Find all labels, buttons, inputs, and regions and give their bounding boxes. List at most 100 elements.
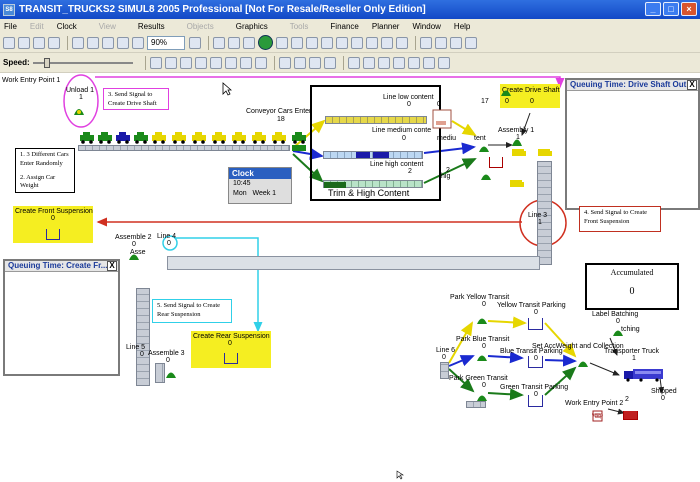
queuing-time-drive-shaft-panel[interactable]: Queuing Time: Drive Shaft Out X xyxy=(565,78,700,210)
distribute-icon[interactable] xyxy=(377,56,390,69)
line-low-content-conveyor[interactable] xyxy=(325,116,427,124)
speed-slider[interactable] xyxy=(32,57,133,68)
align-icon[interactable] xyxy=(362,56,375,69)
green-transit-parking-queue[interactable] xyxy=(528,395,543,407)
menu-tools[interactable]: Tools xyxy=(290,22,309,31)
clock-panel[interactable]: Clock 10:45 Mon Week 1 xyxy=(228,167,292,204)
save-icon[interactable] xyxy=(48,36,60,49)
park-blue-activity-icon[interactable] xyxy=(476,350,488,362)
menu-clock[interactable]: Clock xyxy=(57,22,77,31)
maximize-button[interactable]: □ xyxy=(663,2,679,16)
zoom-select[interactable]: 90% xyxy=(147,35,185,50)
shipped-queue[interactable] xyxy=(623,411,638,420)
step-icon[interactable] xyxy=(243,36,255,49)
network-icon[interactable] xyxy=(189,36,201,49)
drive-shaft-activity-icon[interactable] xyxy=(500,85,512,97)
menu-results[interactable]: Results xyxy=(138,22,165,31)
entry-conveyor[interactable] xyxy=(78,145,290,151)
park-yellow-activity-icon[interactable] xyxy=(476,313,488,325)
assembly-1-activity-icon[interactable] xyxy=(510,133,524,147)
draw-icon[interactable] xyxy=(278,56,291,69)
print-icon[interactable] xyxy=(18,36,30,49)
graph-icon[interactable] xyxy=(437,56,450,69)
grid-icon[interactable] xyxy=(381,36,393,49)
rewind-icon[interactable] xyxy=(213,36,225,49)
line-6-conveyor[interactable] xyxy=(440,362,449,379)
layers-icon[interactable] xyxy=(323,56,336,69)
menu-finance[interactable]: Finance xyxy=(330,22,358,31)
assembly-queue[interactable] xyxy=(489,157,503,168)
image-icon[interactable] xyxy=(450,36,462,49)
layout-icon[interactable] xyxy=(347,56,360,69)
stop-icon[interactable] xyxy=(291,36,303,49)
paste-icon[interactable] xyxy=(102,36,114,49)
activity-icon[interactable] xyxy=(194,56,207,69)
tent-activity-icon[interactable] xyxy=(478,141,490,153)
fit-icon[interactable] xyxy=(392,56,405,69)
visual-logic-icon[interactable] xyxy=(422,56,435,69)
table-icon[interactable] xyxy=(351,36,363,49)
transporter-truck-icon[interactable] xyxy=(623,368,665,382)
cut-icon[interactable] xyxy=(72,36,84,49)
menu-file[interactable]: File xyxy=(4,22,17,31)
report-icon[interactable] xyxy=(396,36,408,49)
step-back-icon[interactable] xyxy=(228,36,240,49)
trials-icon[interactable] xyxy=(306,36,318,49)
sheet-icon[interactable] xyxy=(366,36,378,49)
set-weight-activity-icon[interactable] xyxy=(577,356,589,368)
blue-transit-parking-queue[interactable] xyxy=(528,356,543,368)
work-entry-icon[interactable] xyxy=(164,56,177,69)
menu-planner[interactable]: Planner xyxy=(372,22,400,31)
wep-tag: wep xyxy=(592,413,604,419)
close-button[interactable]: × xyxy=(681,2,697,16)
find-icon[interactable] xyxy=(420,36,432,49)
create-front-suspension-queue[interactable] xyxy=(46,229,60,240)
assemble-3-activity-icon[interactable] xyxy=(165,367,177,379)
queue-icon[interactable] xyxy=(179,56,192,69)
open-icon[interactable] xyxy=(33,36,45,49)
assemble-3-stock[interactable] xyxy=(155,363,165,383)
conveyor-icon[interactable] xyxy=(239,56,252,69)
unload-activity-icon[interactable] xyxy=(72,103,86,117)
line-4-conveyor[interactable] xyxy=(167,256,540,270)
new-icon[interactable] xyxy=(3,36,15,49)
zoom-icon[interactable] xyxy=(435,36,447,49)
simulation-canvas[interactable]: Work Entry Point 1 Unload 1 1 3. Send Si… xyxy=(0,73,700,482)
trim-exit-activity-icon[interactable] xyxy=(480,169,492,181)
menu-objects[interactable]: Objects xyxy=(187,22,214,31)
snap-icon[interactable] xyxy=(407,56,420,69)
menu-graphics[interactable]: Graphics xyxy=(236,22,268,31)
resource-icon[interactable] xyxy=(209,56,222,69)
exit-icon[interactable] xyxy=(224,56,237,69)
route-arrow-icon[interactable] xyxy=(149,56,162,69)
close-drive-shaft-panel-button[interactable]: X xyxy=(687,80,697,90)
properties-icon[interactable] xyxy=(132,36,144,49)
create-rear-suspension-queue[interactable] xyxy=(224,353,238,364)
menu-edit[interactable]: Edit xyxy=(30,22,44,31)
assemble-2-activity-icon[interactable] xyxy=(128,249,140,261)
queuing-time-create-front-panel[interactable]: Queuing Time: Create Fr... X xyxy=(3,259,120,376)
label-batching-activity-icon[interactable] xyxy=(612,325,624,337)
label-icon[interactable] xyxy=(254,56,267,69)
undo-icon[interactable] xyxy=(117,36,129,49)
low-content-queue[interactable] xyxy=(432,109,454,131)
text-icon[interactable] xyxy=(293,56,306,69)
menu-view[interactable]: View xyxy=(99,22,116,31)
help-icon[interactable] xyxy=(465,36,477,49)
yellow-transit-parking-queue[interactable] xyxy=(528,318,543,330)
chart-icon[interactable] xyxy=(336,36,348,49)
queuing-time-create-front-title: Queuing Time: Create Fr... xyxy=(8,261,108,270)
menu-help[interactable]: Help xyxy=(454,22,470,31)
speed-slider-thumb[interactable] xyxy=(43,57,50,68)
dropdown-icon[interactable] xyxy=(276,36,288,49)
line-icon[interactable] xyxy=(308,56,321,69)
menu-window[interactable]: Window xyxy=(412,22,440,31)
minimize-button[interactable]: _ xyxy=(645,2,661,16)
clock-day: Mon xyxy=(233,190,247,197)
run-button[interactable] xyxy=(258,35,273,50)
results-icon[interactable] xyxy=(321,36,333,49)
line-3-label: Line 3 xyxy=(528,212,548,219)
close-create-front-panel-button[interactable]: X xyxy=(107,261,117,271)
copy-icon[interactable] xyxy=(87,36,99,49)
line-5-conveyor[interactable] xyxy=(136,288,150,386)
